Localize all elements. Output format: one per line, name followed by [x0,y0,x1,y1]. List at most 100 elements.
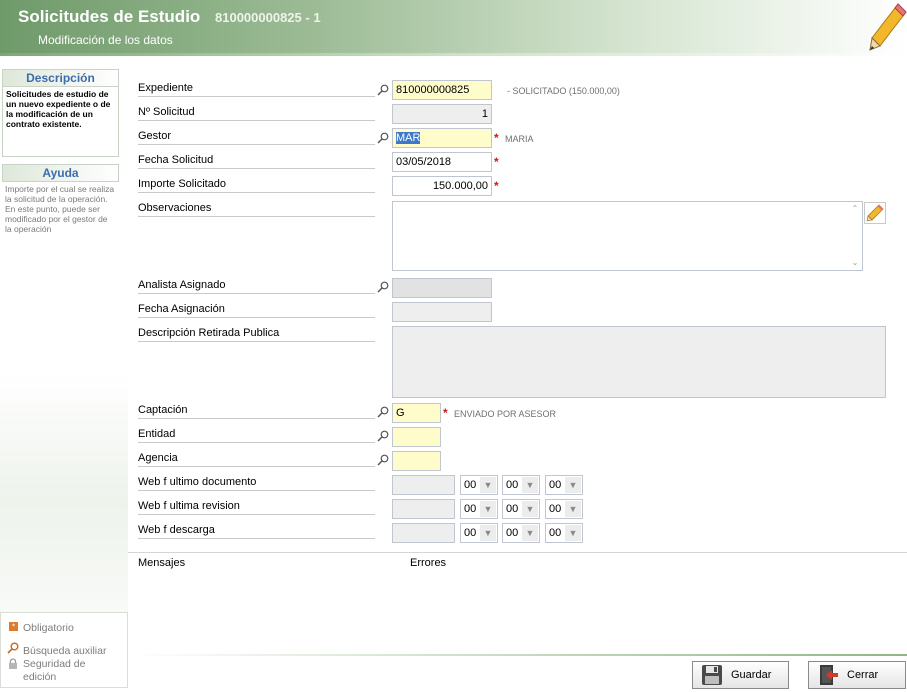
dropdown-arrow-icon[interactable]: ▼ [565,525,581,541]
captacion-label: Captación [138,404,188,416]
required-marker: * [494,131,499,145]
magnifier-icon[interactable] [377,84,389,96]
web-descarga-hour[interactable]: 00 ▼ [460,523,498,543]
captacion-description: ENVIADO POR ASESOR [454,409,557,419]
legend-aux-search: Búsqueda auxiliar [7,642,106,657]
cerrar-button[interactable]: Cerrar [808,661,906,689]
dropdown-arrow-icon[interactable]: ▼ [565,477,581,493]
minute-value: 00 [506,479,519,491]
messages-divider [128,552,907,553]
gestor-value: MAR [396,132,421,144]
importe-underline [138,192,375,193]
web-ultimo-doc-underline [138,490,375,491]
scroll-down-icon[interactable]: ⌄ [850,258,860,268]
web-descarga-label: Web f descarga [138,524,215,536]
pencil-icon [869,3,907,51]
page-subtitle: Modificación de los datos [38,33,173,47]
second-value: 00 [549,503,562,515]
magnifier-icon[interactable] [377,281,389,293]
required-marker: * [443,406,448,420]
magnifier-icon[interactable] [377,430,389,442]
fecha-solicitud-field[interactable]: 03/05/2018 [392,152,492,172]
legend-required-label: Obligatorio [23,622,74,634]
description-title: Descripción [3,70,118,87]
fecha-asignacion-underline [138,317,375,318]
exit-door-icon [820,665,838,685]
fecha-asignacion-field [392,302,492,322]
importe-label: Importe Solicitado [138,178,227,190]
fecha-solicitud-underline [138,168,375,169]
required-marker: * [494,155,499,169]
magnifier-icon[interactable] [377,132,389,144]
magnifier-icon [7,642,19,657]
analista-label: Analista Asignado [138,279,226,291]
record-id: 810000000825 - 1 [215,10,321,25]
entidad-field[interactable] [392,427,441,447]
svg-text:*: * [11,623,14,632]
expediente-label: Expediente [138,82,194,94]
header-bar: Solicitudes de Estudio 810000000825 - 1 … [0,0,907,56]
web-ultimo-doc-hour[interactable]: 00 ▼ [460,475,498,495]
agencia-field[interactable] [392,451,441,471]
header-divider [0,53,907,56]
web-descarga-date [392,523,455,543]
minute-value: 00 [506,527,519,539]
captacion-underline [138,418,375,419]
solicitud-label: Nº Solicitud [138,106,195,118]
gestor-field[interactable]: MAR [392,128,492,148]
errores-label: Errores [410,557,447,569]
cerrar-label: Cerrar [847,669,879,681]
solicitud-field: 1 [392,104,492,124]
hour-value: 00 [464,503,477,515]
scroll-up-icon[interactable]: ⌃ [850,204,860,214]
magnifier-icon[interactable] [377,406,389,418]
observaciones-textarea[interactable]: ⌃ ⌄ [392,201,863,271]
web-ultimo-doc-minute[interactable]: 00 ▼ [502,475,540,495]
observaciones-underline [138,216,375,217]
importe-field[interactable]: 150.000,00 [392,176,492,196]
legend-edit-security-label: Seguridad de edición [23,658,86,683]
observaciones-label: Observaciones [138,202,212,214]
pencil-icon [866,204,884,222]
save-icon [702,665,722,685]
web-descarga-minute[interactable]: 00 ▼ [502,523,540,543]
help-box: Ayuda Importe por el cual se realiza la … [2,164,119,364]
web-ultima-rev-hour[interactable]: 00 ▼ [460,499,498,519]
lock-icon [7,658,19,674]
captacion-field[interactable]: G [392,403,441,423]
second-value: 00 [549,479,562,491]
footer-divider [128,654,907,656]
fecha-solicitud-label: Fecha Solicitud [138,154,214,166]
required-marker: * [494,179,499,193]
magnifier-icon[interactable] [377,454,389,466]
expediente-status: - SOLICITADO (150.000,00) [507,86,620,96]
descripcion-retirada-textarea [392,326,886,398]
legend-aux-search-label: Búsqueda auxiliar [23,645,107,657]
mensajes-label: Mensajes [138,557,186,569]
web-ultimo-doc-second[interactable]: 00 ▼ [545,475,583,495]
edit-observaciones-button[interactable] [864,202,886,224]
guardar-button[interactable]: Guardar [692,661,789,689]
gestor-label: Gestor [138,130,172,142]
dropdown-arrow-icon[interactable]: ▼ [480,525,496,541]
minute-value: 00 [506,503,519,515]
entidad-underline [138,442,375,443]
dropdown-arrow-icon[interactable]: ▼ [522,525,538,541]
web-ultima-rev-minute[interactable]: 00 ▼ [502,499,540,519]
dropdown-arrow-icon[interactable]: ▼ [522,477,538,493]
help-text: Importe por el cual se realiza la solici… [5,184,115,234]
expediente-field[interactable]: 810000000825 [392,80,492,100]
legend-required: * Obligatorio [7,622,74,634]
legend-edit-security: Seguridad de edición [7,658,117,684]
dropdown-arrow-icon[interactable]: ▼ [480,501,496,517]
gestor-name: MARIA [505,134,534,144]
solicitud-underline [138,120,375,121]
hour-value: 00 [464,527,477,539]
dropdown-arrow-icon[interactable]: ▼ [522,501,538,517]
dropdown-arrow-icon[interactable]: ▼ [480,477,496,493]
dropdown-arrow-icon[interactable]: ▼ [565,501,581,517]
web-ultimo-doc-label: Web f ultimo documento [138,476,257,488]
web-ultima-rev-second[interactable]: 00 ▼ [545,499,583,519]
hour-value: 00 [464,479,477,491]
web-descarga-second[interactable]: 00 ▼ [545,523,583,543]
